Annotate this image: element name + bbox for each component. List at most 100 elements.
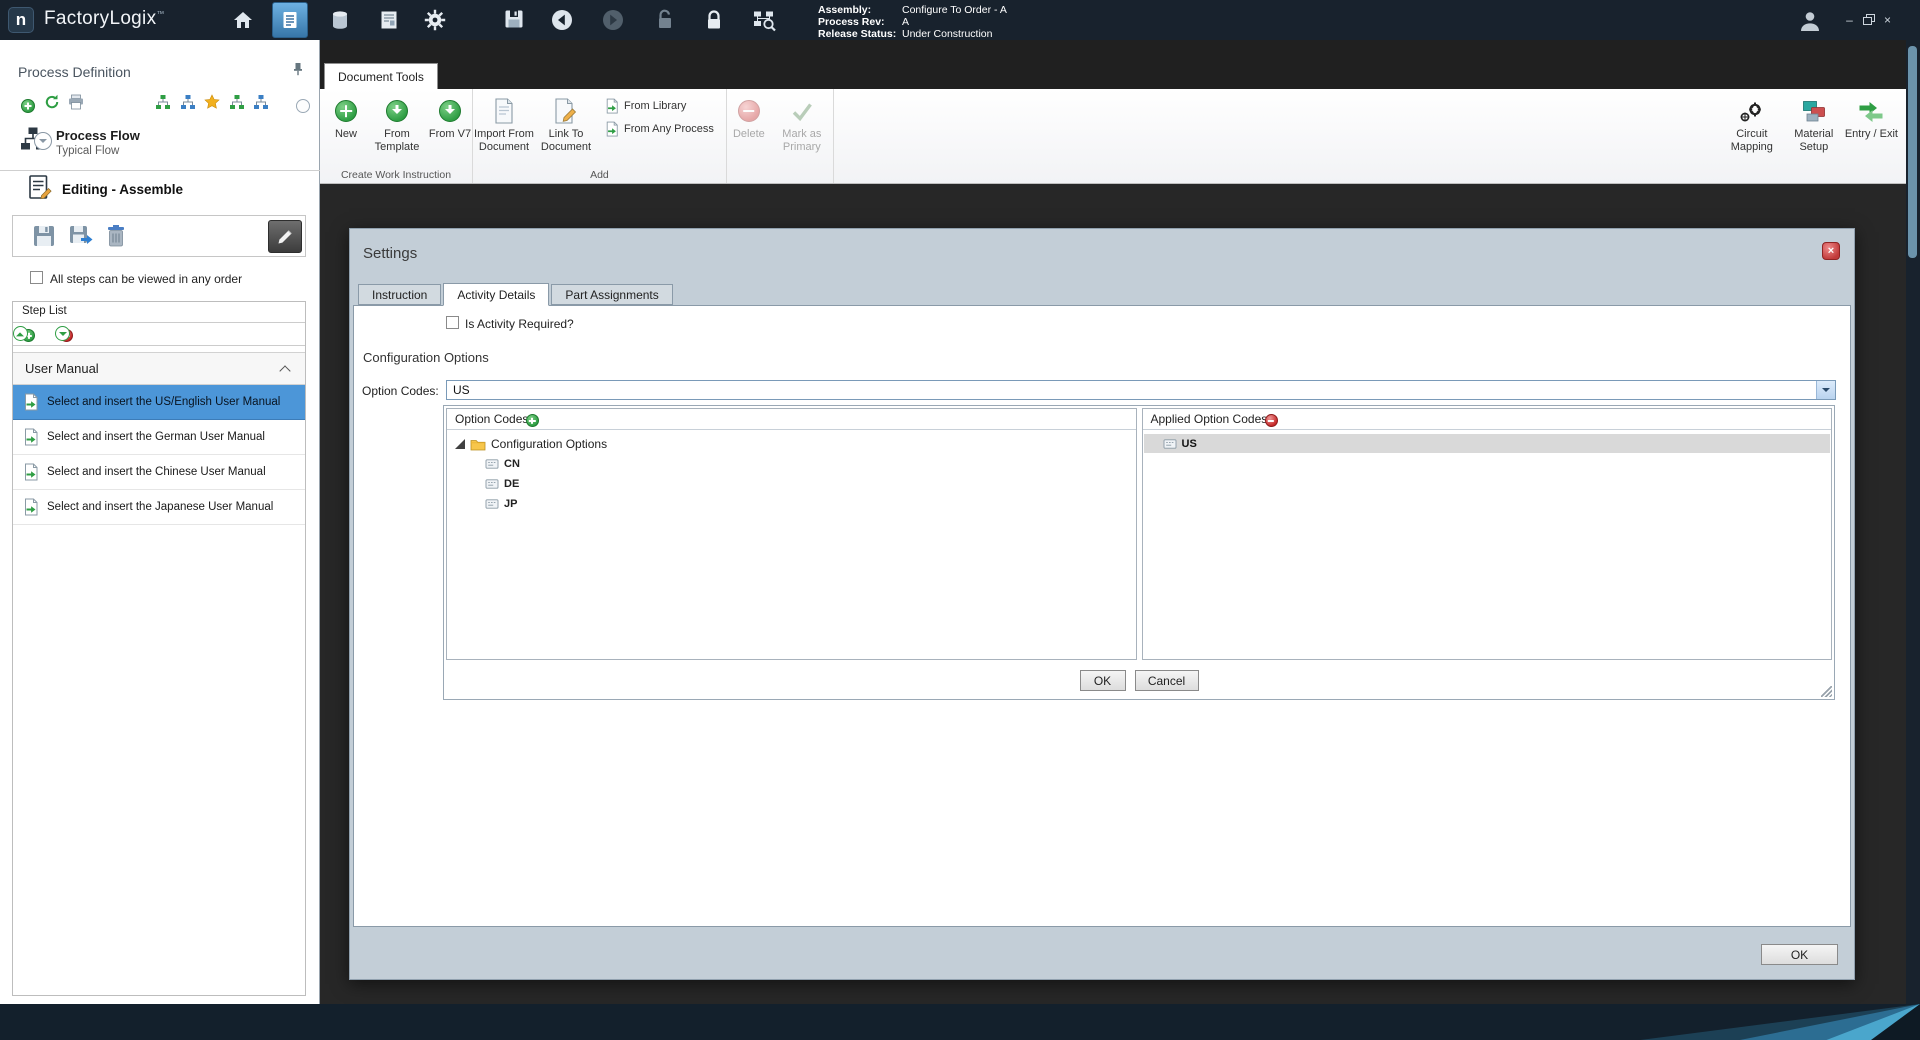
tree-item-label: DE bbox=[504, 478, 519, 490]
scrollbar-thumb[interactable] bbox=[1908, 46, 1917, 258]
copy-flow-icon[interactable] bbox=[155, 94, 171, 113]
process-definition-nav-icon[interactable] bbox=[272, 2, 308, 38]
database-icon[interactable] bbox=[330, 10, 350, 30]
any-order-checkbox[interactable] bbox=[30, 271, 43, 284]
restore-button[interactable] bbox=[1860, 12, 1875, 28]
option-code-icon bbox=[485, 498, 499, 510]
release-status-value: Under Construction bbox=[902, 28, 992, 40]
tree-root-configuration-options[interactable]: Configuration Options bbox=[455, 434, 607, 454]
circuit-mapping-label: Circuit Mapping bbox=[1721, 128, 1783, 154]
from-template-button[interactable]: From Template bbox=[366, 89, 428, 154]
chevron-down-icon[interactable] bbox=[1816, 381, 1835, 399]
move-up-icon[interactable] bbox=[13, 326, 28, 341]
import-flow-icon[interactable] bbox=[229, 94, 245, 113]
available-panel-title: Option Codes bbox=[455, 412, 528, 426]
from-template-label: From Template bbox=[366, 128, 428, 154]
material-setup-button[interactable]: Material Setup bbox=[1783, 89, 1845, 154]
content-area: Settings × Instruction Activity Details … bbox=[320, 184, 1906, 1004]
step-item[interactable]: Select and insert the German User Manual bbox=[13, 420, 305, 455]
tree-item-de[interactable]: DE bbox=[485, 474, 519, 494]
edit-step-button[interactable] bbox=[268, 220, 302, 253]
minimize-button[interactable]: – bbox=[1842, 12, 1857, 28]
tree-expander-icon[interactable] bbox=[455, 439, 465, 449]
step-group-header[interactable]: User Manual bbox=[13, 352, 305, 385]
tree-root-label: Configuration Options bbox=[491, 437, 607, 451]
print-icon[interactable] bbox=[68, 94, 84, 113]
bottom-bar bbox=[0, 1004, 1920, 1040]
step-item[interactable]: Select and insert the US/English User Ma… bbox=[13, 385, 305, 420]
right-scrollbar bbox=[1906, 40, 1920, 1004]
new-button[interactable]: New bbox=[326, 89, 366, 141]
ribbon-group-add: Import From Document Link To Document Fr… bbox=[473, 89, 727, 183]
option-codes-combobox[interactable]: US bbox=[446, 380, 1836, 400]
circuit-mapping-icon bbox=[1739, 98, 1765, 124]
circuit-mapping-button[interactable]: Circuit Mapping bbox=[1721, 89, 1783, 154]
titlebar: n FactoryLogix™ Assembly:Configure To Or… bbox=[0, 0, 1920, 40]
tab-activity-details[interactable]: Activity Details bbox=[443, 283, 549, 306]
add-icon[interactable] bbox=[21, 99, 35, 113]
plus-icon bbox=[335, 100, 357, 122]
step-item[interactable]: Select and insert the Japanese User Manu… bbox=[13, 490, 305, 525]
home-icon[interactable] bbox=[232, 10, 254, 30]
delete-button: Delete bbox=[727, 89, 771, 141]
remove-option-code-icon[interactable] bbox=[1265, 414, 1278, 427]
move-down-icon[interactable] bbox=[55, 326, 70, 341]
user-icon[interactable] bbox=[1798, 10, 1822, 32]
entry-exit-icon bbox=[1858, 98, 1884, 124]
add-option-code-icon[interactable] bbox=[526, 414, 539, 427]
lock-icon[interactable] bbox=[705, 9, 723, 31]
collapse-process-flow-icon[interactable] bbox=[34, 132, 52, 150]
paste-flow-icon[interactable] bbox=[180, 94, 196, 113]
close-button[interactable]: × bbox=[1880, 12, 1895, 28]
settings-gear-icon[interactable] bbox=[424, 9, 446, 31]
applied-item-us[interactable]: US bbox=[1144, 434, 1831, 453]
entry-exit-button[interactable]: Entry / Exit bbox=[1845, 89, 1898, 141]
check-icon bbox=[790, 99, 814, 123]
factorylogix-window: n FactoryLogix™ Assembly:Configure To Or… bbox=[0, 0, 1920, 1040]
from-library-label: From Library bbox=[624, 100, 686, 112]
collapse-group-icon[interactable] bbox=[279, 365, 290, 376]
tree-item-cn[interactable]: CN bbox=[485, 454, 520, 474]
is-activity-required-checkbox[interactable] bbox=[446, 316, 459, 329]
wizard-icon[interactable] bbox=[204, 94, 220, 113]
delete-label: Delete bbox=[733, 128, 765, 141]
resize-grip[interactable] bbox=[1821, 686, 1832, 697]
process-rev-label: Process Rev: bbox=[818, 16, 902, 28]
refresh-icon[interactable] bbox=[44, 94, 60, 113]
step-list-controls bbox=[13, 323, 305, 346]
ok-button[interactable]: OK bbox=[1080, 670, 1126, 691]
ribbon: New From Template From V7 Create Work In… bbox=[320, 89, 1906, 184]
export-flow-icon[interactable] bbox=[253, 94, 269, 113]
unlock-icon[interactable] bbox=[656, 9, 674, 31]
tab-part-assignments[interactable]: Part Assignments bbox=[551, 284, 672, 305]
export-step-icon[interactable] bbox=[69, 225, 93, 250]
tab-document-tools[interactable]: Document Tools bbox=[324, 63, 438, 89]
pin-icon[interactable] bbox=[292, 62, 304, 79]
tab-instruction[interactable]: Instruction bbox=[358, 284, 441, 305]
app-logo: n bbox=[8, 7, 34, 33]
cancel-button[interactable]: Cancel bbox=[1135, 670, 1199, 691]
report-icon[interactable] bbox=[379, 10, 399, 30]
is-activity-required-label: Is Activity Required? bbox=[465, 317, 574, 331]
back-icon[interactable] bbox=[551, 9, 573, 31]
forward-icon[interactable] bbox=[602, 9, 624, 31]
dialog-ok-button[interactable]: OK bbox=[1761, 944, 1838, 965]
save-step-icon[interactable] bbox=[33, 225, 55, 250]
from-any-process-button[interactable]: From Any Process bbox=[605, 121, 714, 137]
delete-step-icon[interactable] bbox=[107, 224, 127, 251]
step-item-label: Select and insert the US/English User Ma… bbox=[47, 396, 280, 408]
from-v7-button[interactable]: From V7 bbox=[428, 89, 472, 141]
tree-item-jp[interactable]: JP bbox=[485, 494, 517, 514]
dialog-title: Settings bbox=[363, 245, 417, 262]
step-list-title: Step List bbox=[13, 302, 305, 323]
work-instruction-icon bbox=[23, 498, 39, 516]
any-order-label: All steps can be viewed in any order bbox=[50, 272, 242, 286]
step-item[interactable]: Select and insert the Chinese User Manua… bbox=[13, 455, 305, 490]
link-to-document-button[interactable]: Link To Document bbox=[535, 89, 597, 154]
import-from-document-label: Import From Document bbox=[473, 128, 535, 154]
from-library-button[interactable]: From Library bbox=[605, 98, 714, 114]
process-search-icon[interactable] bbox=[752, 10, 776, 32]
save-icon[interactable] bbox=[504, 9, 524, 29]
import-from-document-button[interactable]: Import From Document bbox=[473, 89, 535, 154]
dialog-close-button[interactable]: × bbox=[1822, 242, 1840, 260]
